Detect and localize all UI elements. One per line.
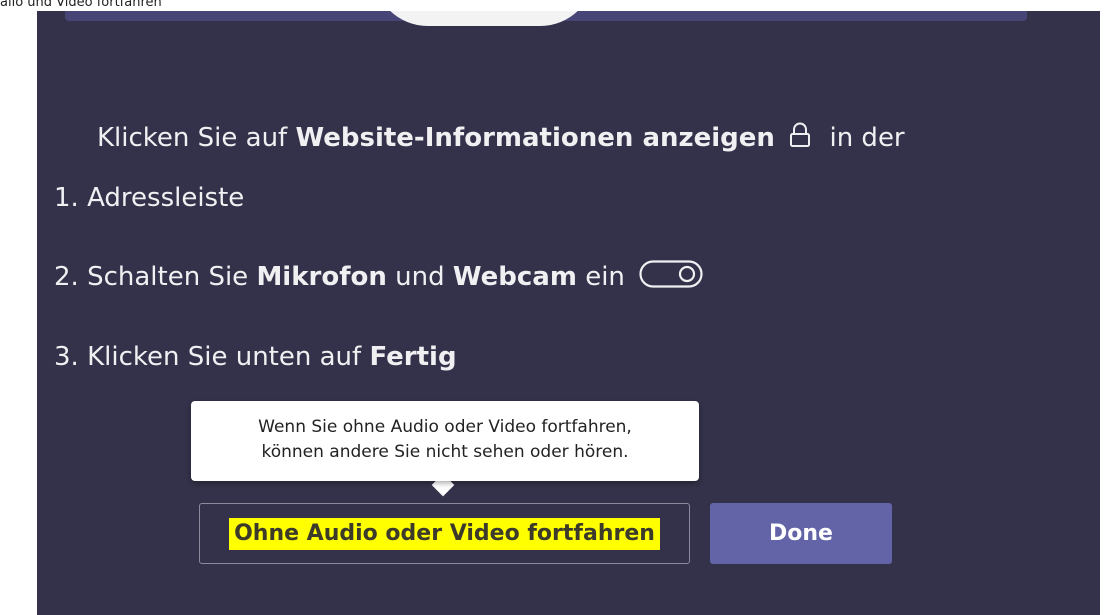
tooltip-line-2: können andere Sie nicht sehen oder hören… [261,442,629,462]
step2-text-before: Schalten Sie [87,262,257,292]
step1-continuation: 1. Adressleiste [54,181,244,215]
warning-tooltip: Wenn Sie ohne Audio oder Video fortfahre… [191,401,699,481]
step2-instruction: 2. Schalten Sie Mikrofon und Webcam ein [54,260,703,297]
screenshot-page: alio und Video fortfahren Klicken Sie au… [0,0,1111,615]
done-button[interactable]: Done [710,503,892,564]
step1-instruction: Klicken Sie auf Website-Informationen an… [97,121,905,157]
step3-number: 3. [54,342,79,372]
step1-number: 1. [54,183,79,213]
continue-without-av-label: Ohne Audio oder Video fortfahren [229,517,660,550]
step1-text-before: Klicken Sie auf [97,123,296,153]
continue-without-av-button[interactable]: Ohne Audio oder Video fortfahren [199,503,690,564]
step1-text-after: in der [829,123,905,153]
step2-number: 2. [54,262,79,292]
step2-bold-webcam: Webcam [452,262,577,292]
top-illustration [373,11,595,26]
permission-dialog: Klicken Sie auf Website-Informationen an… [37,11,1100,615]
page-caption: alio und Video fortfahren [0,0,162,10]
lock-icon [789,122,811,157]
step1-bold-text: Website-Informationen anzeigen [295,123,775,153]
step2-bold-mikrofon: Mikrofon [256,262,387,292]
step3-text-before: Klicken Sie unten auf [87,342,370,372]
step3-bold-fertig: Fertig [369,342,457,372]
tooltip-line-1: Wenn Sie ohne Audio oder Video fortfahre… [258,417,632,437]
step3-instruction: 3. Klicken Sie unten auf Fertig [54,340,457,374]
toggle-icon [639,260,703,297]
step1-continuation-text: Adressleiste [87,183,245,213]
step2-middle-text: und [386,262,453,292]
step2-text-after: ein [576,262,625,292]
